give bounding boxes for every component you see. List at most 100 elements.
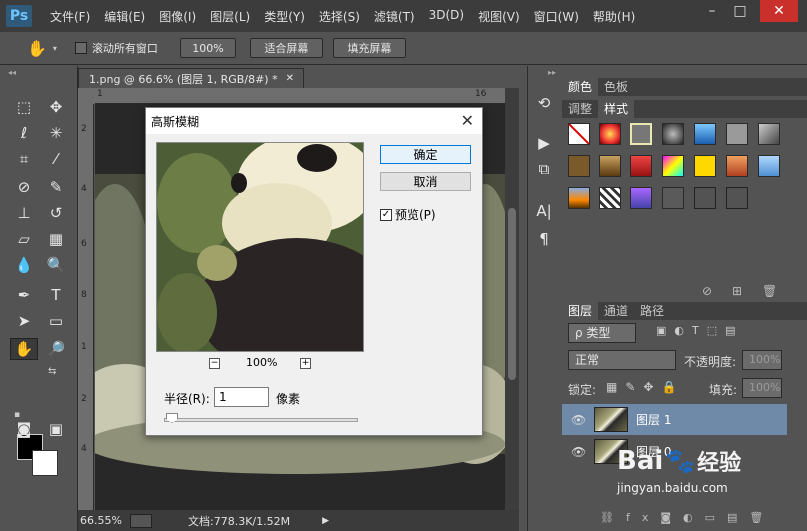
dialog-close-icon[interactable]: ✕ xyxy=(461,111,474,130)
menu-edit[interactable]: 编辑(E) xyxy=(104,8,145,25)
menu-select[interactable]: 选择(S) xyxy=(319,8,360,25)
document-tab[interactable]: 1.png @ 66.6% (图层 1, RGB/8#) * ✕ xyxy=(78,68,304,88)
ok-button[interactable]: 确定 xyxy=(380,145,471,164)
menu-3d[interactable]: 3D(D) xyxy=(429,8,464,25)
minimize-icon[interactable]: – xyxy=(697,0,727,22)
menu-layer[interactable]: 图层(L) xyxy=(210,8,250,25)
eyedropper-tool-icon[interactable]: ⁄ xyxy=(42,148,70,170)
menu-type[interactable]: 类型(Y) xyxy=(264,8,305,25)
vertical-scroll-thumb[interactable] xyxy=(508,208,516,380)
history-brush-tool-icon[interactable]: ↺ xyxy=(42,202,70,224)
tab-channels[interactable]: 通道 xyxy=(598,302,634,320)
zoom-out-button[interactable]: − xyxy=(209,358,220,369)
quick-mask-icon[interactable]: ◙ xyxy=(10,418,38,440)
visibility-eye-icon[interactable]: 👁 xyxy=(571,445,586,459)
layer-filter-icons[interactable]: ▣◐T⬚▤ xyxy=(656,324,744,337)
scroll-all-checkbox[interactable]: 滚动所有窗口 xyxy=(74,40,158,56)
style-none-swatch[interactable] xyxy=(568,123,590,145)
status-zoom[interactable]: 66.55% xyxy=(80,514,128,527)
layer-row-selected[interactable]: 👁 图层 1 xyxy=(562,404,787,435)
magic-wand-tool-icon[interactable]: ✳ xyxy=(42,122,70,144)
tab-swatches[interactable]: 色板 xyxy=(598,78,634,96)
zoom-100-button[interactable]: 100% xyxy=(179,38,236,58)
radius-slider-track[interactable] xyxy=(164,418,358,422)
delete-style-icon[interactable]: 🗑 xyxy=(762,284,777,298)
paragraph-panel-icon[interactable]: ¶ xyxy=(530,228,558,250)
opacity-input[interactable]: 100% xyxy=(742,350,782,370)
character-panel-icon[interactable]: A| xyxy=(530,200,558,222)
actions-panel-icon[interactable]: ▶ xyxy=(530,132,558,154)
close-tab-icon[interactable]: ✕ xyxy=(286,73,294,84)
checkbox-box[interactable] xyxy=(74,42,87,54)
style-swatch[interactable] xyxy=(568,187,590,209)
style-swatch[interactable] xyxy=(694,123,716,145)
swap-colors-icon[interactable]: ⇆ xyxy=(48,366,56,377)
maximize-icon[interactable]: □ xyxy=(725,0,755,22)
tab-color[interactable]: 颜色 xyxy=(562,78,599,96)
collapse-arrows-icon[interactable]: ▸▸ xyxy=(548,68,556,77)
crop-tool-icon[interactable]: ⌗ xyxy=(10,148,38,170)
style-swatch[interactable] xyxy=(630,123,652,145)
checkbox-checked-icon[interactable]: ✓ xyxy=(380,208,392,221)
background-color-swatch[interactable] xyxy=(32,450,58,476)
collapse-arrows-icon[interactable]: ◂◂ xyxy=(8,68,16,77)
menu-window[interactable]: 窗口(W) xyxy=(534,8,579,25)
style-swatch[interactable] xyxy=(568,155,590,177)
radius-input[interactable]: 1 xyxy=(214,387,269,407)
visibility-eye-icon[interactable]: 👁 xyxy=(571,413,586,427)
style-swatch[interactable] xyxy=(662,123,684,145)
stamp-tool-icon[interactable]: ⊥ xyxy=(10,202,38,224)
fill-screen-button[interactable]: 填充屏幕 xyxy=(332,38,406,58)
menu-filter[interactable]: 滤镜(T) xyxy=(374,8,415,25)
blur-tool-icon[interactable]: 💧 xyxy=(10,254,38,276)
style-swatch[interactable] xyxy=(662,187,684,209)
style-swatch[interactable] xyxy=(630,155,652,177)
marquee-tool-icon[interactable]: ⬚ xyxy=(10,96,38,118)
style-swatch[interactable] xyxy=(726,155,748,177)
status-menu-arrow-icon[interactable]: ▶ xyxy=(322,516,329,526)
clear-style-icon[interactable]: ⊘ xyxy=(702,284,712,298)
tab-layers[interactable]: 图层 xyxy=(562,302,599,320)
style-swatch[interactable] xyxy=(726,187,748,209)
menu-view[interactable]: 视图(V) xyxy=(478,8,520,25)
healing-brush-tool-icon[interactable]: ⊘ xyxy=(10,176,38,198)
style-swatch[interactable] xyxy=(599,187,621,209)
status-icon[interactable] xyxy=(130,513,152,528)
menu-help[interactable]: 帮助(H) xyxy=(593,8,635,25)
cancel-button[interactable]: 取消 xyxy=(380,172,471,191)
menu-image[interactable]: 图像(I) xyxy=(159,8,196,25)
tab-styles[interactable]: 样式 xyxy=(598,100,635,118)
style-swatch[interactable] xyxy=(726,123,748,145)
zoom-in-button[interactable]: + xyxy=(300,358,311,369)
style-swatch[interactable] xyxy=(758,123,780,145)
fill-input[interactable]: 100% xyxy=(742,378,782,398)
style-swatch[interactable] xyxy=(599,123,621,145)
dodge-tool-icon[interactable]: 🔍 xyxy=(42,254,70,276)
style-swatch[interactable] xyxy=(662,155,684,177)
history-panel-icon[interactable]: ⟲ xyxy=(530,92,558,114)
hand-tool-active-icon[interactable]: ✋ xyxy=(10,338,38,360)
brush-tool-icon[interactable]: ✎ xyxy=(42,176,70,198)
style-swatch[interactable] xyxy=(694,155,716,177)
menu-file[interactable]: 文件(F) xyxy=(50,8,90,25)
style-swatch[interactable] xyxy=(630,187,652,209)
rectangle-tool-icon[interactable]: ▭ xyxy=(42,310,70,332)
gradient-tool-icon[interactable]: ▦ xyxy=(42,228,70,250)
layer-filter-kind-dropdown[interactable]: ρ 类型 xyxy=(568,323,636,343)
pen-tool-icon[interactable]: ✒ xyxy=(10,284,38,306)
zoom-tool-icon[interactable]: 🔎 xyxy=(42,338,70,360)
hand-tool-icon[interactable]: ✋ xyxy=(27,39,47,58)
lasso-tool-icon[interactable]: ℓ xyxy=(10,122,38,144)
tab-paths[interactable]: 路径 xyxy=(634,302,670,320)
style-swatch[interactable] xyxy=(599,155,621,177)
style-swatch[interactable] xyxy=(694,187,716,209)
style-swatch[interactable] xyxy=(758,155,780,177)
move-tool-icon[interactable]: ✥ xyxy=(42,96,70,118)
type-tool-icon[interactable]: T xyxy=(42,284,70,306)
preview-checkbox[interactable]: ✓ 预览(P) xyxy=(380,206,436,223)
new-style-icon[interactable]: ⊞ xyxy=(732,284,742,298)
lock-icons[interactable]: ▦✎✥🔒 xyxy=(606,380,684,394)
preview-image[interactable] xyxy=(156,142,364,352)
tool-preset-dropdown-icon[interactable]: ▾ xyxy=(53,44,57,53)
blend-mode-dropdown[interactable]: 正常 xyxy=(568,350,676,370)
